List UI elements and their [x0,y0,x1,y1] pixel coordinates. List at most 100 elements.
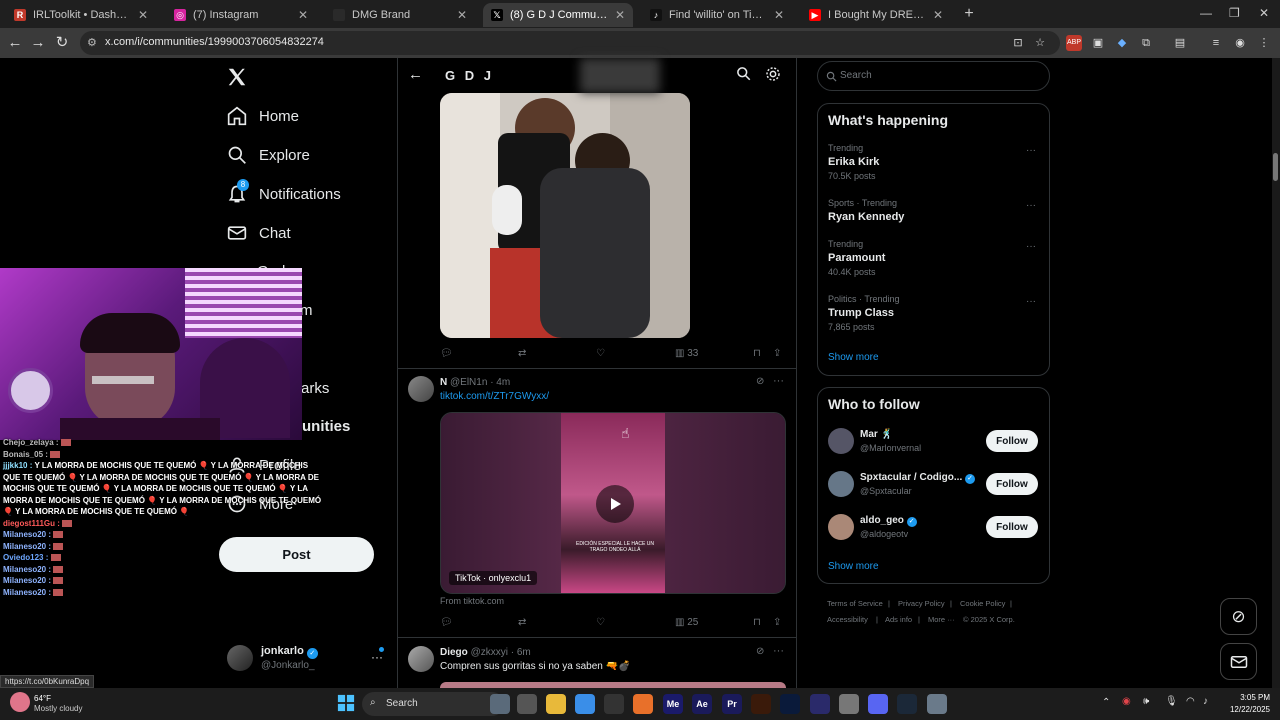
trend-name[interactable]: Paramount [828,252,885,264]
account-menu-icon[interactable]: ··· [371,650,383,664]
trend-more-icon[interactable]: ··· [1026,241,1036,252]
tray-overflow-icon[interactable]: ⌃ [1102,697,1110,708]
browser-tab[interactable]: ♪ Find 'willito' on TikTok | TikTok S ✕ [642,3,792,27]
nav-home[interactable]: Home [227,103,299,129]
clock-date[interactable]: 12/22/2025 [1222,705,1270,714]
taskbar-photoshop-icon[interactable] [780,694,800,714]
tab-close-icon[interactable]: ✕ [774,8,784,22]
suggestion-avatar[interactable] [828,471,854,497]
nav-notifications[interactable]: 8 Notifications [227,179,341,207]
footer-privacy[interactable]: Privacy Policy [898,599,945,608]
weather-temp[interactable]: 64°F [34,694,51,703]
nav-bookmarks-partial[interactable]: arks [301,375,329,401]
clock-time[interactable]: 3:05 PM [1230,693,1270,702]
taskbar-illustrator-icon[interactable] [751,694,771,714]
suggestion-name[interactable]: aldo_geo ✓ [860,515,917,527]
close-window-icon[interactable]: ✕ [1259,6,1269,20]
browser-tab[interactable]: ▶ I Bought My DREAM HOUSE A ✕ [801,3,951,27]
like-icon[interactable]: ♡ [596,348,605,359]
maximize-icon[interactable]: ❐ [1229,6,1240,20]
taskbar-premiere-icon[interactable]: Pr [722,694,742,714]
taskbar-taskview-icon[interactable] [517,694,537,714]
footer-ads[interactable]: Ads info [885,615,912,624]
bookmark-icon[interactable]: ⊓ [753,348,761,359]
grok-icon[interactable]: ⊘ [756,646,764,657]
post2-author[interactable]: N [440,377,447,388]
taskbar-search-box[interactable] [362,692,504,716]
grok-floating-icon[interactable]: ⊘ [1220,598,1257,635]
bookmark-icon[interactable]: ⊓ [753,617,761,628]
views-icon[interactable]: ▥ 33 [675,348,698,359]
new-tab-button[interactable]: + [960,5,978,23]
views-icon[interactable]: ▥ 25 [675,617,698,628]
adblock-extension-icon[interactable]: ABP [1066,35,1082,51]
media-control-icon[interactable]: ≡ [1208,35,1224,51]
search-placeholder[interactable]: Search [840,70,872,81]
play-button-icon[interactable] [596,485,634,523]
taskbar-search-label[interactable]: Search [386,698,418,709]
footer-more[interactable]: More ··· [928,615,955,624]
follow-show-more[interactable]: Show more [828,561,879,572]
settings-gear-icon[interactable] [765,66,781,87]
taskbar-app-icon[interactable] [839,694,859,714]
x-logo-icon[interactable] [226,66,248,88]
extension-icon[interactable]: ▣ [1090,35,1106,51]
tab-close-icon[interactable]: ✕ [298,8,308,22]
footer-cookie[interactable]: Cookie Policy [960,599,1005,608]
post3-handle[interactable]: @zkxxyi [471,647,508,658]
like-icon[interactable]: ♡ [596,617,605,628]
taskbar-widgets-icon[interactable] [490,694,510,714]
extensions-puzzle-icon[interactable]: ⧉ [1138,35,1154,51]
suggestion-name[interactable]: Spxtacular / Codigo... ✓ [860,472,976,484]
messages-floating-icon[interactable] [1220,643,1257,680]
trends-show-more[interactable]: Show more [828,352,879,363]
taskbar-steam-icon[interactable] [897,694,917,714]
tab-close-icon[interactable]: ✕ [138,8,148,22]
post3-avatar[interactable] [408,646,434,672]
reply-icon[interactable]: 💬︎ [440,348,453,359]
minimize-icon[interactable]: — [1200,6,1212,20]
trend-name[interactable]: Ryan Kennedy [828,211,904,223]
grok-icon[interactable]: ⊘ [756,376,764,387]
trend-more-icon[interactable]: ··· [1026,145,1036,156]
card-source[interactable]: From tiktok.com [440,596,504,606]
taskbar-discord-icon[interactable] [868,694,888,714]
tray-app-icon[interactable]: ◉ [1122,696,1131,707]
trend-more-icon[interactable]: ··· [1026,200,1036,211]
site-info-icon[interactable]: ⚙ [87,36,97,49]
follow-button[interactable]: Follow [986,430,1038,452]
repost-icon[interactable]: ⇄ [518,348,526,359]
taskbar-explorer-icon[interactable] [546,694,566,714]
nav-chat[interactable]: Chat [227,220,291,246]
share-icon[interactable]: ⇪ [773,348,781,359]
account-avatar[interactable] [227,645,253,671]
tray-wifi-icon[interactable]: ◠ [1186,696,1195,707]
share-icon[interactable]: ⇪ [773,617,781,628]
back-icon[interactable]: ← [5,33,25,53]
account-name[interactable]: jonkarlo ✓ [261,645,318,659]
weather-desc[interactable]: Mostly cloudy [34,704,82,713]
install-app-icon[interactable]: ⊡ [1010,35,1026,51]
sidebar-icon[interactable]: ▤ [1172,35,1188,51]
taskbar-after-effects-icon[interactable]: Ae [692,694,712,714]
browser-tab[interactable]: 𝕏 (8) G D J Community / X ✕ [483,3,633,27]
browser-tab[interactable]: DMG Brand ✕ [325,3,475,27]
footer-terms[interactable]: Terms of Service [827,599,883,608]
tab-close-icon[interactable]: ✕ [457,8,467,22]
repost-icon[interactable]: ⇄ [518,617,526,628]
header-search-icon[interactable] [736,66,751,86]
nav-communities-active[interactable]: unities [302,413,350,439]
windows-start-icon[interactable] [337,694,355,712]
taskbar-terminal-icon[interactable] [810,694,830,714]
tab-close-icon[interactable]: ✕ [933,8,943,22]
post2-avatar[interactable] [408,376,434,402]
suggestion-avatar[interactable] [828,428,854,454]
post3-author[interactable]: Diego [440,647,468,658]
taskbar-settings-icon[interactable] [927,694,947,714]
reply-icon[interactable]: 💬︎ [440,617,453,628]
taskbar-media-encoder-icon[interactable]: Me [663,694,683,714]
weather-icon[interactable] [10,692,30,712]
tray-speaker-icon[interactable]: ♪ [1203,696,1208,707]
post-video-thumbnail[interactable] [440,93,690,338]
footer-accessibility[interactable]: Accessibility [827,615,868,624]
